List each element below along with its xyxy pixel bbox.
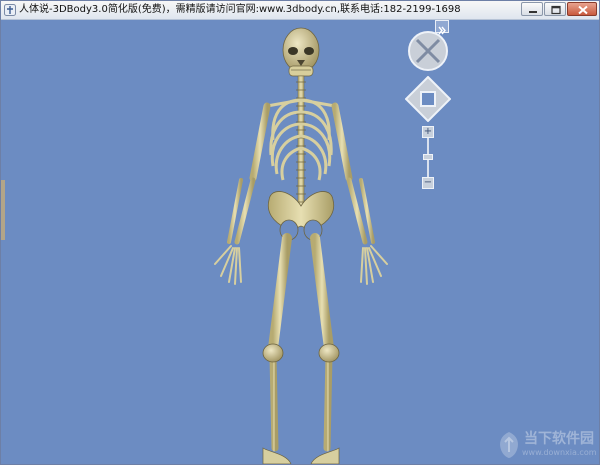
watermark-text: 当下软件园 <box>524 431 594 447</box>
minimize-icon <box>529 11 537 13</box>
watermark-logo-icon <box>500 432 518 458</box>
rotate-orb-icon <box>408 31 448 71</box>
watermark-url: www.downxia.com <box>522 448 597 457</box>
minus-icon: − <box>423 177 433 188</box>
legs <box>265 233 337 452</box>
pan-control[interactable] <box>404 75 452 123</box>
zoom-out-button[interactable]: − <box>422 177 434 189</box>
spine <box>296 75 306 217</box>
plus-icon: + <box>423 126 433 137</box>
maximize-button[interactable] <box>544 2 566 16</box>
rotate-control[interactable] <box>407 30 449 72</box>
app-icon <box>4 4 16 16</box>
knees <box>262 343 340 363</box>
app-window: 人体说-3DBody3.0简化版(免费)，需精版请访问官网:www.3dbody… <box>0 0 600 465</box>
minimize-button[interactable] <box>521 2 543 16</box>
pan-diamond-icon <box>404 75 452 123</box>
zoom-slider-handle[interactable] <box>423 154 433 160</box>
zoom-in-button[interactable]: + <box>422 126 434 138</box>
skeleton-model[interactable] <box>1 20 599 464</box>
hands <box>214 245 388 285</box>
window-controls <box>520 2 597 17</box>
title-bar[interactable]: 人体说-3DBody3.0简化版(免费)，需精版请访问官网:www.3dbody… <box>1 1 599 20</box>
close-icon <box>578 5 588 15</box>
3d-viewport[interactable]: + − 当下软件园 www.downxia.com <box>1 20 599 464</box>
maximize-icon <box>551 5 561 15</box>
close-button[interactable] <box>567 2 597 16</box>
window-title: 人体说-3DBody3.0简化版(免费)，需精版请访问官网:www.3dbody… <box>19 4 461 15</box>
watermark: 当下软件园 www.downxia.com <box>496 428 599 464</box>
skull <box>282 27 320 77</box>
